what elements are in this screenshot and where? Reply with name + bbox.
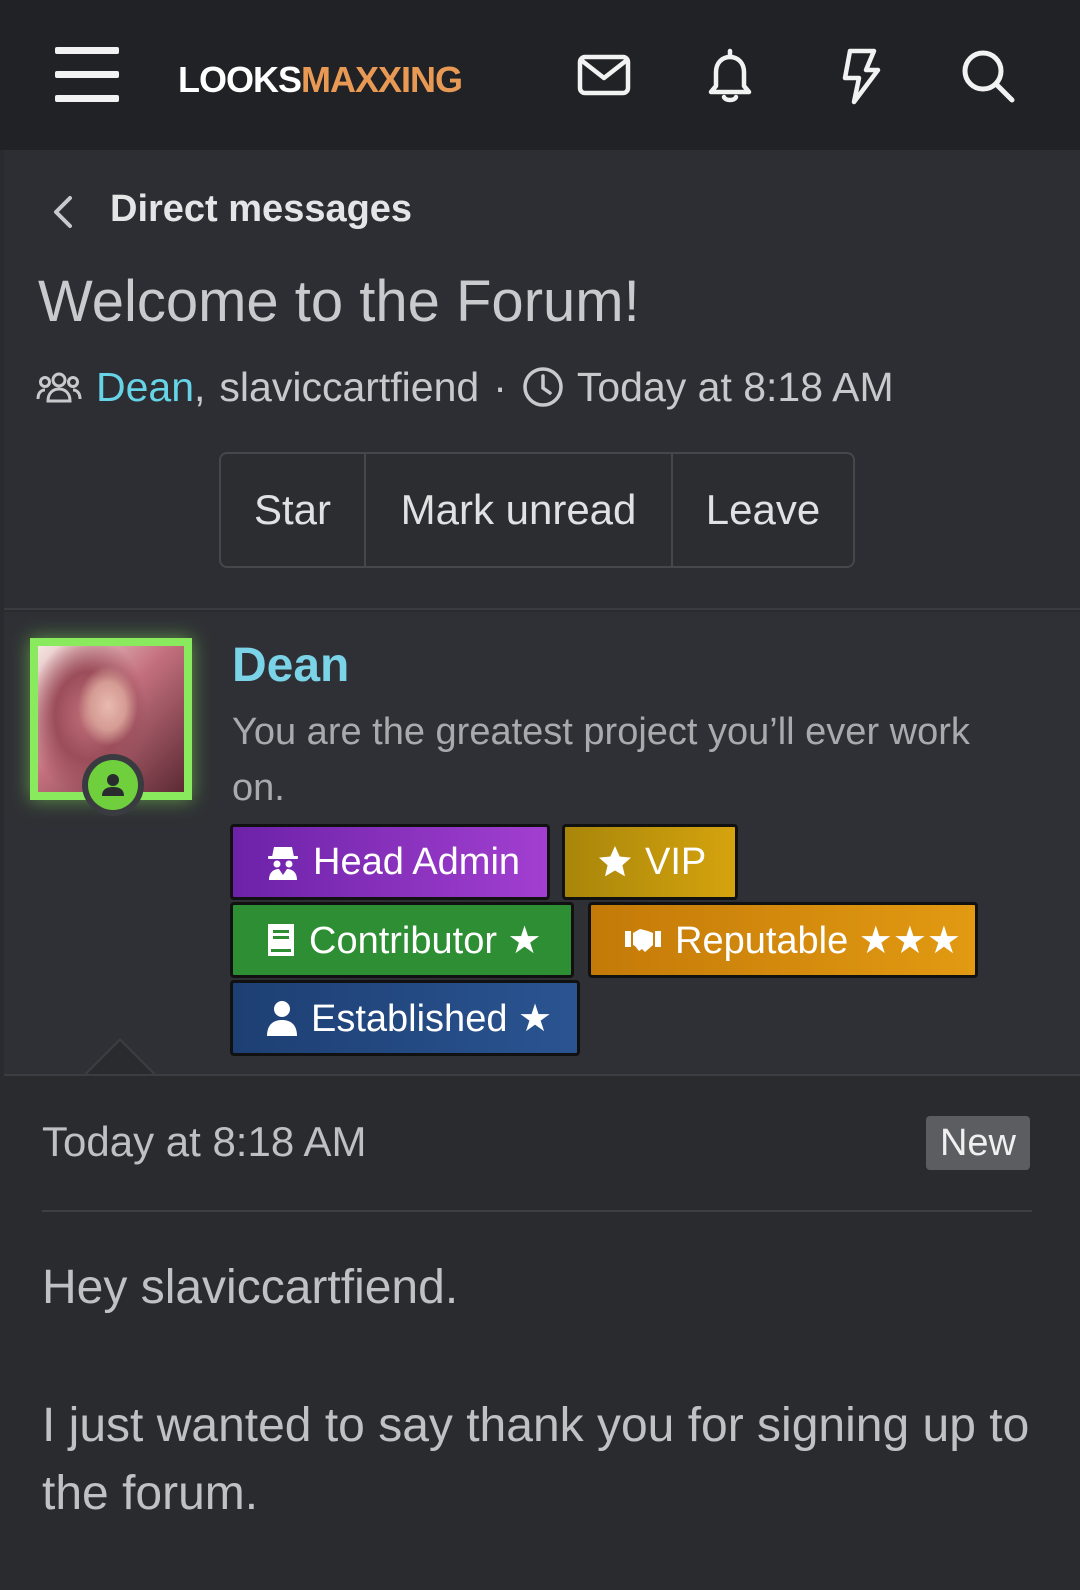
site-logo[interactable]: LOOKSMAXXING	[178, 58, 463, 102]
divider	[42, 1210, 1032, 1212]
handshake-icon	[625, 929, 661, 952]
banner-contributor: Contributor ★	[230, 902, 574, 978]
bell-icon[interactable]	[700, 46, 760, 106]
message-body: Today at 8:18 AM New Hey slaviccartfiend…	[4, 1074, 1080, 1590]
banner-reputable: Reputable ★★★	[588, 902, 978, 978]
search-icon[interactable]	[958, 46, 1018, 106]
participant-name[interactable]: slaviccartfiend	[219, 364, 479, 411]
lightning-icon[interactable]	[830, 46, 890, 106]
clock-icon	[523, 367, 563, 407]
star-icon	[599, 846, 631, 877]
banner-head-admin: Head Admin	[230, 824, 550, 900]
conversation-actions: Star Mark unread Leave	[219, 452, 855, 568]
breadcrumb[interactable]: Direct messages	[110, 188, 412, 231]
banner-established: Established ★	[230, 980, 580, 1056]
message-author[interactable]: Dean	[232, 638, 349, 693]
mail-icon[interactable]	[574, 46, 634, 106]
mark-unread-button[interactable]: Mark unread	[366, 454, 673, 566]
leave-button[interactable]: Leave	[673, 454, 853, 566]
message-paragraph: I just wanted to say thank you for signi…	[42, 1399, 1030, 1520]
conversation-time: Today at 8:18 AM	[576, 363, 894, 410]
spy-icon	[268, 847, 298, 880]
participant-dean-link[interactable]: Dean	[96, 364, 194, 411]
user-title: You are the greatest project you’ll ever…	[232, 711, 970, 809]
message-date[interactable]: Today at 8:18 AM	[42, 1118, 367, 1166]
user-icon	[267, 1001, 297, 1036]
menu-icon[interactable]	[55, 47, 119, 103]
participants-icon	[36, 372, 82, 403]
back-chevron-icon[interactable]	[46, 192, 82, 232]
conversation-header: Direct messages Welcome to the Forum! De…	[4, 150, 1080, 610]
book-icon	[268, 924, 294, 956]
new-badge: New	[926, 1116, 1030, 1170]
meta-separator: ·	[493, 363, 507, 410]
message-user-info: Dean You are the greatest project you’ll…	[4, 612, 1080, 1090]
page-title: Welcome to the Forum!	[38, 269, 640, 334]
conversation-meta: Dean, slaviccartfiend · Today at 8:18 AM	[36, 362, 894, 412]
online-status-icon	[82, 754, 144, 816]
star-button[interactable]: Star	[221, 454, 366, 566]
banner-vip: VIP	[562, 824, 738, 900]
top-bar: LOOKSMAXXING	[0, 0, 1080, 150]
message-paragraph: Hey slaviccartfiend.	[42, 1261, 459, 1314]
